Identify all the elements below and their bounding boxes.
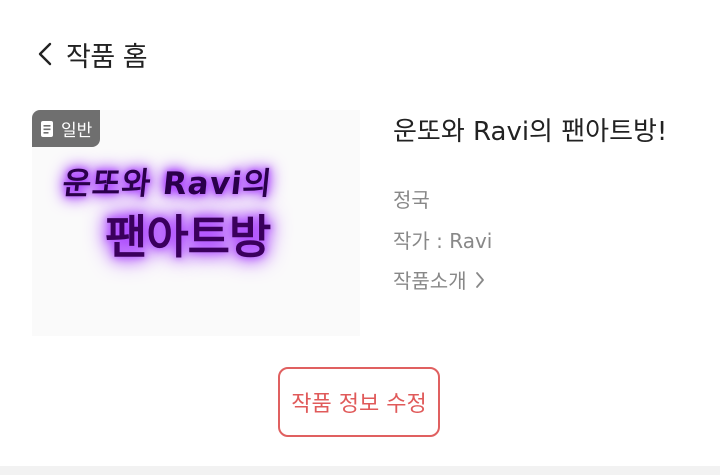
work-intro-label: 작품소개 [393, 269, 467, 293]
cover-image: 일반 운또와 Ravi의 팬아트방 [32, 110, 360, 336]
document-icon [40, 120, 54, 138]
chevron-right-icon [475, 271, 485, 289]
section-divider [0, 466, 720, 475]
edit-work-info-button[interactable]: 작품 정보 수정 [278, 367, 440, 437]
work-author: 작가 : Ravi [393, 229, 493, 253]
cover-art-text-line2: 팬아트방 [105, 210, 271, 264]
back-to-work-home[interactable]: 작품 홈 [38, 36, 148, 73]
badge-label: 일반 [61, 121, 93, 141]
category-badge: 일반 [32, 110, 101, 147]
work-genre: 정국 [393, 188, 430, 212]
work-intro-link[interactable]: 작품소개 [393, 265, 485, 294]
work-title: 운또와 Ravi의 팬아트방! [393, 117, 668, 147]
chevron-left-icon[interactable] [38, 41, 56, 67]
cover-art-text-line1: 운또와 Ravi의 [60, 166, 275, 202]
work-info: 운또와 Ravi의 팬아트방! 정국 작가 : Ravi 작품소개 [393, 112, 713, 293]
header-title: 작품 홈 [66, 41, 148, 73]
